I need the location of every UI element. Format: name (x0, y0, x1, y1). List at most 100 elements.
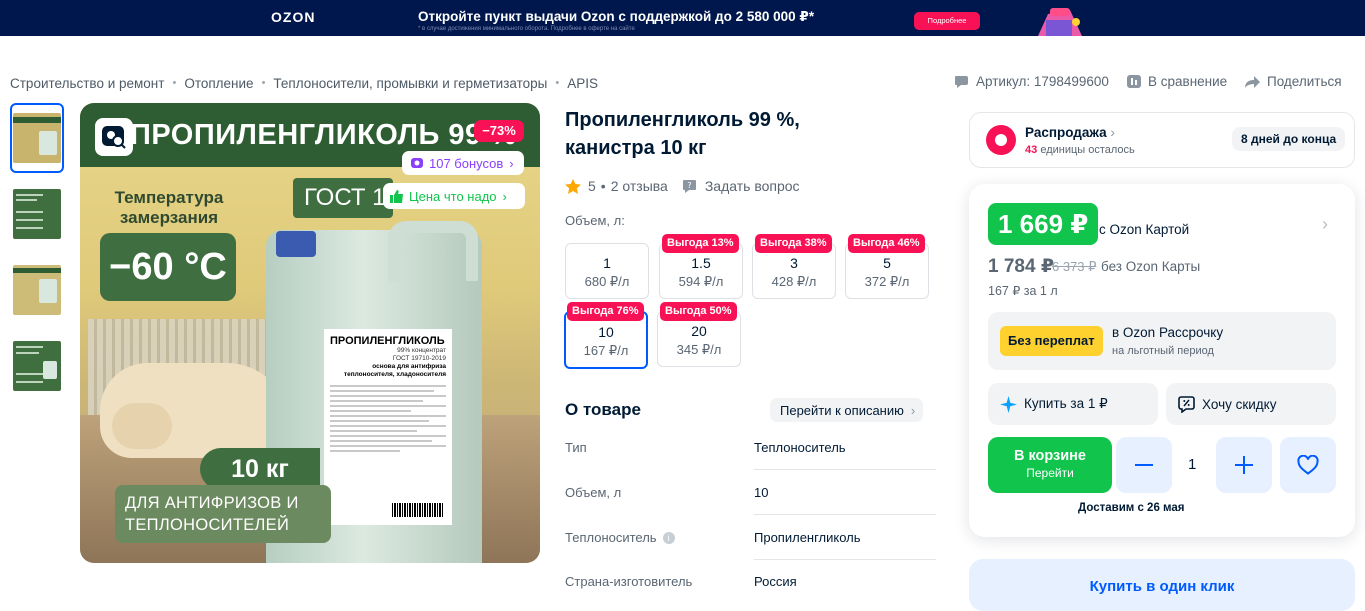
old-price: 6 373 ₽ (1052, 259, 1097, 274)
chevron-right-icon: › (910, 402, 916, 418)
sale-stock-count: 43 (1025, 144, 1038, 156)
variant-badge: Выгода 46% (848, 234, 925, 253)
ask-question-label: Задать вопрос (704, 178, 800, 194)
spec-value: 10 (754, 485, 769, 500)
sale-stock-label: единицы осталось (1040, 144, 1135, 156)
variant-price-per-l: 594 ₽/л (678, 274, 724, 289)
installment-chip: Без переплат (1000, 326, 1103, 356)
sale-ring-icon (986, 125, 1016, 155)
thumbnail-2[interactable] (10, 179, 64, 249)
compare-icon (1127, 75, 1141, 88)
label-fine-text (330, 385, 446, 452)
variant-price-per-l: 167 ₽/л (583, 343, 629, 358)
increase-quantity-button[interactable] (1216, 437, 1272, 493)
rating-separator: • (600, 178, 606, 194)
want-discount-label: Хочу скидку (1202, 396, 1277, 412)
breadcrumb-item[interactable]: Строительство и ремонт (10, 76, 164, 91)
good-price-badge[interactable]: Цена что надо › (383, 183, 525, 209)
sale-stock: 43 единицы осталось (1025, 144, 1135, 156)
quantity-value: 1 (1188, 456, 1197, 473)
variant-price-per-l: 372 ₽/л (864, 274, 910, 289)
product-main-image[interactable]: ПРОПИЛЕНГЛИКОЛЬ 99 % Температура замерза… (80, 103, 540, 563)
rating-row[interactable]: 5 • 2 отзыва ? Задать вопрос (565, 178, 800, 194)
image-canister-cap (276, 231, 316, 257)
share-button[interactable]: Поделиться (1244, 74, 1342, 89)
price-per-liter: 167 ₽ за 1 л (988, 284, 1058, 298)
delivery-date: Доставим с 26 мая (1078, 502, 1185, 514)
about-heading: О товаре (565, 400, 641, 419)
spec-divider (754, 559, 936, 560)
variant-volume: 3 (790, 255, 798, 271)
breadcrumb: Строительство и ремонт • Отопление • Теп… (10, 75, 598, 91)
chevron-right-icon[interactable]: › (1322, 214, 1328, 235)
want-discount-button[interactable]: Хочу скидку (1166, 383, 1336, 425)
bonus-badge[interactable]: 107 бонусов › (402, 151, 524, 175)
chevron-right-icon: › (1110, 125, 1115, 140)
label-line: теплоносителя, хладоносителя (343, 371, 446, 378)
breadcrumb-item[interactable]: Теплоносители, промывки и герметизаторы (273, 76, 547, 91)
share-icon (1245, 75, 1260, 88)
go-to-cart-label: Перейти (1026, 466, 1074, 480)
chevron-right-icon: › (509, 155, 514, 171)
spec-value: Россия (754, 574, 797, 589)
breadcrumb-separator: • (172, 77, 177, 89)
variant-volume: 10 (598, 324, 614, 340)
bonus-text: 107 бонусов (429, 155, 504, 171)
rating-value: 5 (588, 178, 596, 194)
compare-button[interactable]: В сравнение (1126, 74, 1227, 89)
spec-divider (754, 514, 936, 515)
canister-label: ПРОПИЛЕНГЛИКОЛЬ 99% концентрат ГОСТ 1971… (324, 329, 452, 525)
reviews-link[interactable]: 2 отзыва (611, 178, 668, 194)
installment-title: в Ozon Рассрочку (1112, 325, 1224, 340)
article-number[interactable]: Артикул: 1798499600 (954, 74, 1109, 89)
temp-value: −60 °C (100, 233, 236, 301)
spec-name: Тип (565, 440, 587, 455)
info-icon[interactable]: i (662, 531, 675, 544)
thumbnail-3[interactable] (10, 255, 64, 325)
breadcrumb-item[interactable]: APIS (567, 76, 598, 91)
temp-label: Температура замерзания (114, 188, 224, 227)
spec-name: Объем, л (565, 485, 622, 500)
variant-volume: 5 (883, 255, 891, 271)
video-review-icon[interactable] (95, 118, 133, 156)
image-dog-head (112, 403, 172, 449)
image-canister-handle (388, 221, 478, 281)
spec-divider (754, 469, 936, 470)
breadcrumb-item[interactable]: Отопление (184, 76, 253, 91)
favorite-button[interactable] (1280, 437, 1336, 493)
star-icon (565, 178, 581, 194)
banner-more-button[interactable]: Подробнее (914, 12, 980, 30)
share-label: Поделиться (1267, 74, 1342, 89)
ozon-logo[interactable]: OZON (271, 9, 315, 25)
banner-promo-text: Откройте пункт выдачи Ozon с поддержкой … (418, 9, 815, 24)
volume-label: Объем, л: (565, 213, 625, 228)
label-line: 99% концентрат (397, 347, 446, 354)
in-cart-button[interactable]: В корзине Перейти (988, 437, 1112, 493)
variant-badge: Выгода 38% (755, 234, 832, 253)
usage-text: ДЛЯ АНТИФРИЗОВ И ТЕПЛОНОСИТЕЛЕЙ (115, 485, 331, 543)
thumbnail-4[interactable] (10, 331, 64, 401)
sparkle-icon (1000, 395, 1017, 413)
good-price-text: Цена что надо (409, 188, 497, 204)
decrease-quantity-button[interactable] (1116, 437, 1172, 493)
thumbnail-1[interactable] (10, 103, 64, 173)
ask-question-button[interactable]: ? Задать вопрос (682, 178, 800, 194)
promo-banner[interactable]: OZON Откройте пункт выдачи Ozon с поддер… (0, 0, 1365, 36)
buy-one-click-button[interactable]: Купить в один клик (969, 559, 1355, 611)
variant-1l[interactable]: 1 680 ₽/л (565, 243, 649, 299)
spec-value: Пропиленгликоль (754, 530, 861, 545)
minus-icon (1135, 464, 1153, 466)
without-card-label: без Ozon Карты (1101, 259, 1201, 274)
variant-badge: Выгода 76% (567, 302, 644, 321)
banner-decoration-icon (1038, 8, 1082, 36)
spec-value: Теплоноситель (754, 440, 846, 455)
go-to-description-button[interactable]: Перейти к описанию › (770, 398, 924, 422)
go-to-description-label: Перейти к описанию (780, 402, 904, 418)
spec-name-row: Теплоноситель i (565, 530, 675, 545)
price-with-card[interactable]: 1 669 ₽ (988, 203, 1099, 245)
variant-volume: 1.5 (691, 255, 711, 271)
price-without-card: 1 784 ₽ (988, 256, 1055, 277)
buy-for-1-button[interactable]: Купить за 1 ₽ (988, 383, 1158, 425)
chat-icon (955, 75, 968, 88)
thumbs-up-icon (390, 189, 403, 203)
